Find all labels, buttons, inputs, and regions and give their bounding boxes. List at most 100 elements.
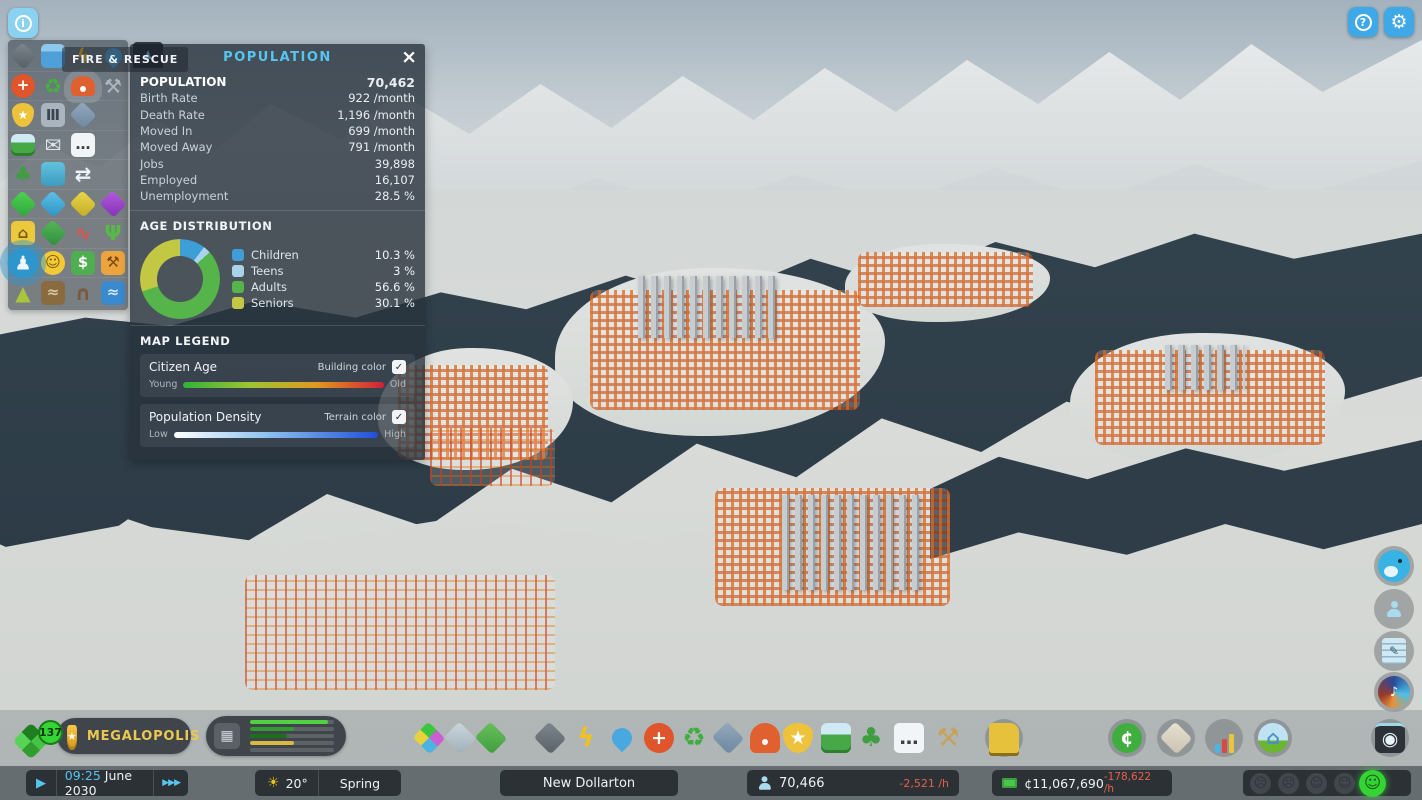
stat-row: Employed16,107 [140, 172, 415, 188]
education-icon[interactable] [712, 722, 745, 755]
administration-infoview-icon[interactable]: Ⅲ [41, 103, 65, 127]
garbage-icon-slot[interactable]: ♻ [675, 719, 713, 757]
terraforming-shovel-icon-slot[interactable]: ⚒ [929, 719, 967, 757]
age-legend-row: Teens3 % [232, 263, 415, 279]
police-icon-slot[interactable]: ★ [779, 719, 817, 757]
progression-icon[interactable]: ⌂ [1258, 723, 1288, 753]
economy-icon[interactable]: ¢ [1112, 723, 1142, 753]
maintenance-infoview-icon[interactable]: ⚒ [101, 74, 125, 98]
land-use-infoview-icon[interactable] [69, 190, 96, 217]
water-icon-slot[interactable] [603, 719, 641, 757]
sidebar-row: ★Ⅲ [8, 101, 128, 131]
happiness-face[interactable]: ☺ [1359, 770, 1386, 797]
roads-icon[interactable] [534, 722, 567, 755]
infoviews-toggle-button[interactable]: i [8, 8, 38, 38]
police-icon[interactable]: ★ [783, 723, 813, 753]
east-towers [1165, 345, 1245, 390]
land-value-infoview-icon[interactable] [9, 190, 36, 217]
growth-infoview-icon[interactable]: Ψ [101, 221, 125, 245]
noise-pollution-infoview-icon[interactable]: ∩ [71, 281, 95, 305]
play-button[interactable]: ▶ [26, 776, 56, 791]
ground-pollution-infoview-icon[interactable]: ≈ [41, 281, 65, 305]
statistics-icon-slot[interactable] [1205, 719, 1243, 757]
happiness-infoview-icon[interactable]: ☺ [41, 251, 65, 275]
water-icon[interactable] [608, 724, 636, 752]
terrain-infoview-icon[interactable]: ▲ [11, 281, 35, 305]
telecom-infoview-icon[interactable]: … [71, 133, 95, 157]
population-pill[interactable]: 70,466 -2,521 /h [747, 770, 959, 796]
happiness-face[interactable]: ☺ [1306, 773, 1327, 794]
terrain-color-checkbox[interactable]: ✓ [392, 410, 406, 424]
legend-citizen-age: Citizen Age Building color ✓ Young Old [140, 354, 415, 397]
money-pill[interactable]: ¢11,067,690 -178,622 /h [992, 770, 1172, 796]
happiness-face[interactable]: ☹ [1278, 773, 1299, 794]
transportation-icon[interactable] [821, 723, 851, 753]
fire-rescue-infoview-icon[interactable] [71, 76, 95, 96]
close-icon[interactable]: × [401, 45, 417, 69]
outside-connections-infoview-icon[interactable]: ⇄ [71, 162, 95, 186]
temperature: 20° [286, 776, 308, 791]
communications-icon[interactable]: … [894, 723, 924, 753]
statistics-infoview-icon[interactable]: ∿ [71, 221, 95, 245]
landscaping-icon-slot[interactable] [472, 719, 510, 757]
workplaces-infoview-icon[interactable]: ⚒ [101, 251, 125, 275]
healthcare-icon[interactable]: + [644, 723, 674, 753]
chirper-button[interactable] [1374, 546, 1414, 586]
garbage-icon[interactable]: ♻ [679, 723, 709, 753]
bulldozer-icon-slot[interactable] [985, 719, 1023, 757]
levels-infoview-icon[interactable] [99, 190, 126, 217]
speed-button[interactable]: ▶▶▶ [154, 778, 188, 788]
tourism-infoview-icon[interactable] [41, 162, 65, 186]
zones-infoview-icon[interactable] [39, 190, 66, 217]
healthcare-icon-slot[interactable]: + [640, 719, 678, 757]
healthcare-infoview-icon[interactable]: + [11, 74, 35, 98]
building-color-checkbox[interactable]: ✓ [392, 360, 406, 374]
transportation-infoview-icon[interactable] [11, 134, 35, 156]
happiness-face[interactable]: ☹ [1250, 773, 1271, 794]
transportation-icon-slot[interactable] [817, 719, 855, 757]
progression-icon-slot[interactable]: ⌂ [1254, 719, 1292, 757]
roads-icon-slot[interactable] [531, 719, 569, 757]
groundwater-infoview-icon[interactable]: ≈ [101, 281, 125, 305]
electricity-icon-slot[interactable]: ϟ [567, 719, 605, 757]
population-infoview-icon[interactable]: ♟ [8, 247, 39, 278]
citizens-button[interactable] [1374, 589, 1414, 629]
electricity-icon[interactable]: ϟ [571, 723, 601, 753]
economy-icon-slot[interactable]: ¢ [1108, 719, 1146, 757]
garbage-infoview-icon[interactable]: ♻ [41, 74, 65, 98]
landscaping-icon[interactable] [475, 722, 508, 755]
infoviews-map-icon-slot[interactable] [1157, 719, 1195, 757]
education-icon-slot[interactable] [709, 719, 747, 757]
land-price-infoview-icon[interactable] [39, 220, 66, 247]
city-name-pill[interactable]: New Dollarton [500, 770, 678, 796]
roads-infoview-icon[interactable] [9, 43, 36, 70]
radio-button[interactable]: ♪ [1374, 672, 1414, 712]
parks-icon[interactable]: ♣ [856, 723, 886, 753]
parks-infoview-icon[interactable]: ♣ [11, 162, 35, 186]
map-tiles-button[interactable]: 137 [16, 724, 50, 758]
terraforming-shovel-icon[interactable]: ⚒ [933, 723, 963, 753]
police-infoview-icon[interactable]: ★ [12, 103, 34, 127]
post-infoview-icon[interactable]: ✉ [41, 133, 65, 157]
happiness-face[interactable]: ☺ [1334, 773, 1355, 794]
communications-icon-slot[interactable]: … [890, 719, 928, 757]
education-infoview-icon[interactable] [69, 102, 96, 129]
parks-icon-slot[interactable]: ♣ [852, 719, 890, 757]
statistics-icon[interactable] [1209, 723, 1239, 753]
residential-infoview-icon[interactable]: ⌂ [11, 221, 35, 245]
milestone-pill[interactable]: ★ MEGALOPOLIS [57, 718, 191, 754]
photo-mode-icon-slot[interactable]: ◉ [1371, 719, 1409, 757]
money-amount: ¢11,067,690 [1024, 776, 1104, 791]
demand-pill[interactable]: ▦ [206, 716, 346, 756]
photo-mode-icon[interactable]: ◉ [1375, 723, 1405, 753]
weather-pill[interactable]: ☀ 20° Spring [255, 770, 401, 796]
help-button[interactable]: ? [1348, 7, 1378, 37]
tooltip-label: FIRE & RESCUE [72, 53, 178, 66]
fire-rescue-icon[interactable] [750, 723, 780, 753]
money-infoview-icon[interactable]: $ [71, 251, 95, 275]
infoviews-map-icon[interactable] [1160, 722, 1193, 755]
status-bar: ▶ 09:25 June 2030 ▶▶▶ ☀ 20° Spring New D… [0, 766, 1422, 800]
settings-button[interactable]: ⚙ [1384, 7, 1414, 37]
bulldozer-icon[interactable] [989, 723, 1019, 753]
journal-button[interactable]: ✎ [1374, 631, 1414, 671]
